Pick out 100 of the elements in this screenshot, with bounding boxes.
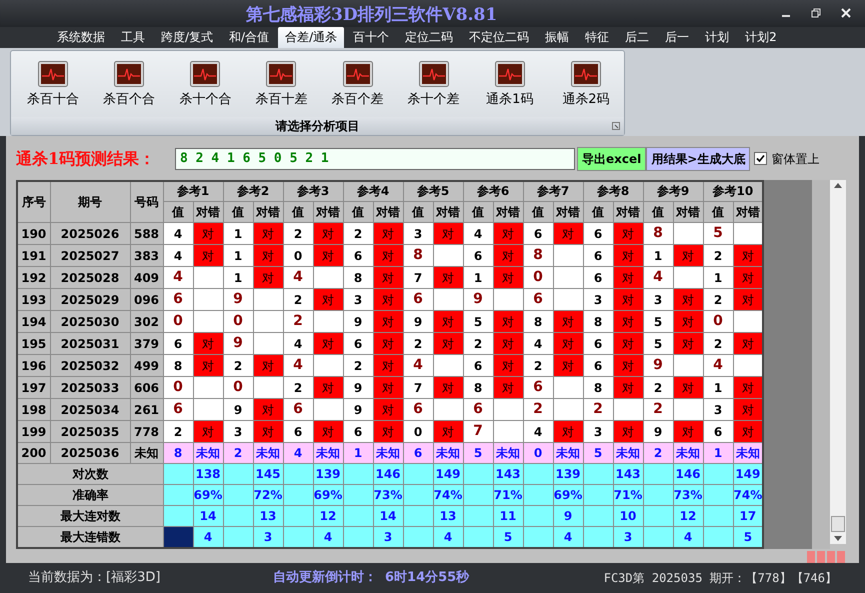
- table-cell: 最大连错数: [17, 526, 163, 548]
- table-cell: 0: [163, 376, 193, 399]
- table-cell: 14: [373, 506, 403, 527]
- table-cell: 6: [403, 288, 433, 311]
- table-cell: 6: [703, 420, 733, 443]
- menu-tab[interactable]: 计划: [698, 26, 736, 48]
- table-cell: 0: [523, 266, 553, 289]
- table-cell: 12: [313, 506, 343, 527]
- table-cell: 8: [163, 442, 193, 464]
- table-cell: 未知: [733, 442, 764, 464]
- table-cell: 对: [733, 266, 764, 289]
- table-cell: 4: [163, 222, 193, 245]
- table-cell: 对: [313, 288, 343, 311]
- analysis-button[interactable]: 杀百个差: [332, 90, 384, 110]
- menu-tab[interactable]: 定位二码: [398, 26, 460, 48]
- analysis-button[interactable]: 通杀1码: [486, 90, 534, 110]
- table-cell: 4: [523, 332, 553, 355]
- table-cell: 2025029: [50, 288, 130, 311]
- menu-tab[interactable]: 不定位二码: [462, 26, 536, 48]
- table-cell: 5: [733, 526, 764, 548]
- heart-monitor-icon: [418, 60, 449, 87]
- table-cell: 196: [17, 354, 50, 377]
- menu-tab[interactable]: 特征: [578, 26, 616, 48]
- table-cell: 对: [613, 266, 643, 289]
- table-cell: 3: [643, 288, 673, 311]
- heart-monitor-icon: [114, 60, 144, 87]
- table-cell: 7: [403, 376, 433, 399]
- menu-tab[interactable]: 合差/通杀: [278, 26, 344, 48]
- table-cell: 对: [673, 288, 703, 311]
- menu-tab[interactable]: 计划2: [738, 26, 784, 48]
- table-cell: 5: [643, 332, 673, 355]
- menu-tab[interactable]: 和/合值: [222, 26, 276, 48]
- stay-on-top-checkbox[interactable]: [754, 152, 768, 166]
- table-cell: 对: [553, 332, 583, 355]
- table-cell: 2025030: [50, 310, 130, 333]
- expand-icon[interactable]: [612, 122, 620, 130]
- table-cell: 对: [193, 222, 223, 245]
- table-cell: 未知: [493, 442, 523, 464]
- table-cell: 对: [373, 420, 403, 443]
- table-cell: 对: [613, 420, 643, 443]
- table-cell: 未知: [130, 442, 163, 464]
- table-cell: 8: [523, 244, 553, 267]
- table-cell: 对: [493, 266, 523, 289]
- table-cell: 6: [523, 222, 553, 245]
- table-cell: 2025033: [50, 376, 130, 399]
- analysis-button[interactable]: 杀百个合: [103, 90, 156, 110]
- scroll-thumb[interactable]: [831, 516, 845, 532]
- table-cell: 2025026: [50, 222, 130, 245]
- table-cell: 778: [130, 420, 163, 443]
- table-cell: 3: [613, 526, 643, 548]
- analysis-button[interactable]: 杀百十合: [27, 90, 80, 110]
- table-cell: 12: [673, 506, 703, 527]
- selected-cell[interactable]: [163, 526, 193, 548]
- table-cell: 对: [253, 420, 283, 443]
- table-cell: 194: [17, 310, 50, 333]
- menu-tab[interactable]: 后一: [658, 26, 696, 48]
- table-cell: 对: [613, 354, 643, 377]
- menu-tab[interactable]: 跨度/复式: [154, 26, 220, 48]
- generate-button[interactable]: 用结果>生成大底: [646, 146, 750, 171]
- table-cell: 8: [343, 266, 373, 289]
- table-cell: 最大连对数: [17, 506, 163, 527]
- table-cell: 588: [130, 222, 163, 245]
- table-cell: 对: [433, 376, 463, 399]
- table-cell: 383: [130, 244, 163, 267]
- menu-tab[interactable]: 系统数据: [50, 26, 112, 48]
- heart-monitor-icon: [494, 60, 525, 87]
- column-header: 参考10: [703, 180, 764, 202]
- table-cell: 379: [130, 332, 163, 355]
- menu-tab[interactable]: 振幅: [538, 26, 576, 48]
- table-cell: 138: [193, 464, 223, 485]
- analysis-button[interactable]: 杀十个差: [408, 90, 460, 110]
- table-cell: 2: [643, 376, 673, 399]
- menu-tab[interactable]: 百十个: [346, 26, 396, 48]
- table-cell: 5: [493, 526, 523, 548]
- vertical-scrollbar[interactable]: [830, 180, 846, 544]
- analysis-button[interactable]: 通杀2码: [562, 90, 610, 110]
- column-header: 对错: [193, 202, 223, 223]
- close-icon[interactable]: [841, 8, 851, 18]
- table-cell: 未知: [433, 442, 463, 464]
- analysis-button[interactable]: 杀百十差: [255, 90, 308, 110]
- table-cell: 193: [17, 288, 50, 311]
- table-cell: 6: [583, 222, 613, 245]
- restore-icon[interactable]: [811, 8, 821, 18]
- table-cell: 6: [163, 288, 193, 311]
- scroll-up-icon[interactable]: [834, 182, 842, 188]
- table-cell: 对: [553, 420, 583, 443]
- table-cell: 8: [523, 310, 553, 333]
- scroll-down-icon[interactable]: [834, 536, 842, 541]
- table-cell: 302: [130, 310, 163, 333]
- export-button[interactable]: 导出excel: [577, 146, 646, 171]
- table-cell: 6: [163, 332, 193, 355]
- column-header: 对错: [673, 202, 703, 223]
- table-cell: 9: [403, 310, 433, 333]
- prediction-field[interactable]: 8 2 4 1 6 5 0 5 2 1: [175, 148, 575, 170]
- menu-tab[interactable]: 工具: [114, 26, 152, 48]
- table-cell: 1: [223, 222, 253, 245]
- table-cell: 13: [433, 506, 463, 527]
- analysis-button[interactable]: 杀十个合: [179, 90, 232, 110]
- menu-tab[interactable]: 后二: [618, 26, 656, 48]
- column-header: 值: [523, 202, 553, 223]
